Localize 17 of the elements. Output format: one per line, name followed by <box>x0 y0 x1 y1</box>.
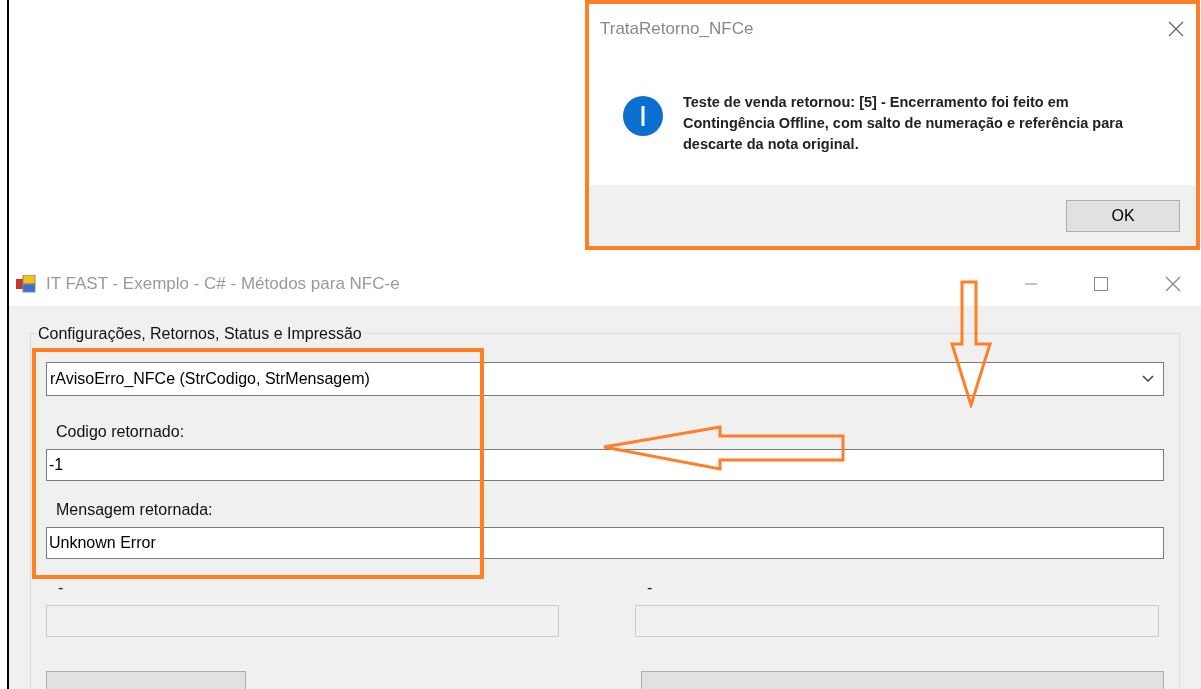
field-label: - <box>57 578 65 598</box>
maximize-icon[interactable] <box>1094 277 1108 291</box>
field-label: - <box>646 578 654 598</box>
field-label: Codigo retornado: <box>55 422 186 442</box>
dialog-message: Teste de venda retornou: [5] - Encerramento foi feito em Contingência Offline, com salto de numeração e referência para descarte da nota original. <box>683 93 1124 154</box>
ok-button[interactable]: OK <box>1066 199 1180 232</box>
field-label: Mensagem retornada: <box>55 500 214 520</box>
dialog-title: TrataRetorno_NFCe <box>600 18 754 41</box>
text-field[interactable]: Unknown Error <box>46 527 1164 559</box>
close-icon[interactable] <box>1165 276 1181 292</box>
app-icon <box>16 275 36 293</box>
close-icon[interactable] <box>1168 21 1184 37</box>
info-icon <box>622 95 664 137</box>
chevron-down-icon <box>1142 375 1154 383</box>
window-title: IT FAST - Exemplo - C# - Métodos para NFC-e <box>46 273 400 296</box>
dropdown[interactable]: rAvisoErro_NFCe (StrCodigo, StrMensagem) <box>46 362 1164 396</box>
text-field[interactable]: -1 <box>46 449 1164 481</box>
